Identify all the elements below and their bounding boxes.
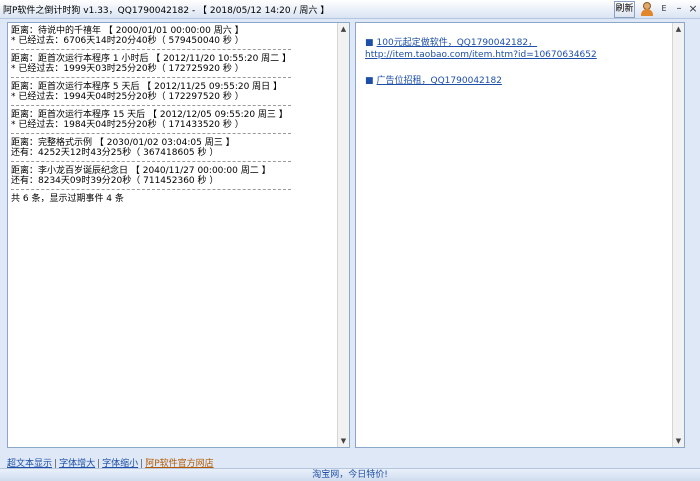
right-scrollbar[interactable]: ▲ ▼	[672, 23, 684, 447]
scroll-down-icon[interactable]: ▼	[338, 435, 349, 447]
event-status: * 已经过去：6706天14时20分40秒（ 579450040 秒 ）	[11, 36, 244, 46]
custom-software-link[interactable]: 100元起定做软件，QQ1790042182，	[377, 38, 538, 48]
event-title: 距离：李小龙百岁诞辰纪念日 【 2040/11/27 00:00:00 周二 】	[11, 166, 271, 176]
divider	[11, 133, 291, 134]
list-item: 距离：距首次运行本程序 15 天后 【 2012/12/05 09:55:20 …	[11, 110, 336, 130]
event-title: 距离：待说中的千禧年 【 2000/01/01 00:00:00 周六 】	[11, 26, 244, 36]
left-scrollbar[interactable]: ▲ ▼	[337, 23, 349, 447]
event-title: 距离：距首次运行本程序 5 天后 【 2012/11/25 09:55:20 周…	[11, 82, 283, 92]
ad-space-link[interactable]: 广告位招租，QQ1790042182	[377, 76, 502, 86]
close-button[interactable]: ×	[686, 1, 700, 16]
divider	[11, 77, 291, 78]
status-bar: 淘宝网，今日特价!	[0, 468, 700, 481]
e-icon[interactable]: E	[657, 1, 671, 16]
list-item: 距离：李小龙百岁诞辰纪念日 【 2040/11/27 00:00:00 周二 】…	[11, 166, 336, 186]
minimize-button[interactable]: –	[672, 1, 686, 16]
scroll-up-icon[interactable]: ▲	[673, 23, 684, 35]
scroll-up-icon[interactable]: ▲	[338, 23, 349, 35]
event-status: * 已经过去：1999天03时25分20秒（ 172725920 秒 ）	[11, 64, 244, 74]
event-list-panel: 距离：待说中的千禧年 【 2000/01/01 00:00:00 周六 】 * …	[7, 22, 350, 448]
event-title: 距离：距首次运行本程序 1 小时后 【 2012/11/20 10:55:20 …	[11, 54, 292, 64]
divider	[11, 49, 291, 50]
square-bullet-icon: ■	[365, 76, 374, 86]
divider	[11, 189, 291, 190]
list-item: 距离：完整格式示例 【 2030/01/02 03:04:05 周三 】 还有：…	[11, 138, 336, 158]
taobao-url-link[interactable]: http://item.taobao.com/item.htm?id=10670…	[365, 50, 597, 60]
list-item: 距离：距首次运行本程序 1 小时后 【 2012/11/20 10:55:20 …	[11, 54, 336, 74]
list-item: 距离：待说中的千禧年 【 2000/01/01 00:00:00 周六 】 * …	[11, 26, 336, 46]
scroll-down-icon[interactable]: ▼	[673, 435, 684, 447]
list-item: 距离：距首次运行本程序 5 天后 【 2012/11/25 09:55:20 周…	[11, 82, 336, 102]
event-title: 距离：距首次运行本程序 15 天后 【 2012/12/05 09:55:20 …	[11, 110, 288, 120]
ad-links: ■ 100元起定做软件，QQ1790042182， http://item.tao…	[365, 37, 665, 101]
summary-text: 共 6 条，显示过期事件 4 条	[11, 194, 124, 204]
ad-link-block: ■ 广告位招租，QQ1790042182	[365, 75, 665, 87]
taobao-deals-link[interactable]: 淘宝网，今日特价!	[312, 470, 388, 480]
event-status: * 已经过去：1984天04时25分20秒（ 171433520 秒 ）	[11, 120, 244, 130]
divider	[11, 161, 291, 162]
ad-panel: ■ 100元起定做软件，QQ1790042182， http://item.tao…	[355, 22, 685, 448]
ad-link-block: ■ 100元起定做软件，QQ1790042182， http://item.tao…	[365, 37, 665, 61]
bottom-toolbar: 超文本显示 | 字体增大 | 字体缩小 | 阿P软件官方网店	[7, 456, 214, 469]
user-icon[interactable]	[640, 2, 654, 16]
event-status: 还有：8234天09时39分20秒（ 711452360 秒 ）	[11, 176, 219, 186]
event-status: 还有：4252天12时43分25秒（ 367418605 秒 ）	[11, 148, 219, 158]
title-bar: 阿P软件之倒计时狗 v1.33，QQ1790042182 - 【 2018/05…	[0, 0, 700, 19]
divider	[11, 105, 291, 106]
event-list: 距离：待说中的千禧年 【 2000/01/01 00:00:00 周六 】 * …	[11, 26, 336, 204]
square-bullet-icon: ■	[365, 38, 374, 48]
window-title: 阿P软件之倒计时狗 v1.33，QQ1790042182 - 【 2018/05…	[3, 6, 330, 16]
refresh-button[interactable]: 刷新	[614, 1, 635, 18]
event-title: 距离：完整格式示例 【 2030/01/02 03:04:05 周三 】	[11, 138, 235, 148]
event-status: * 已经过去：1994天04时25分20秒（ 172297520 秒 ）	[11, 92, 244, 102]
